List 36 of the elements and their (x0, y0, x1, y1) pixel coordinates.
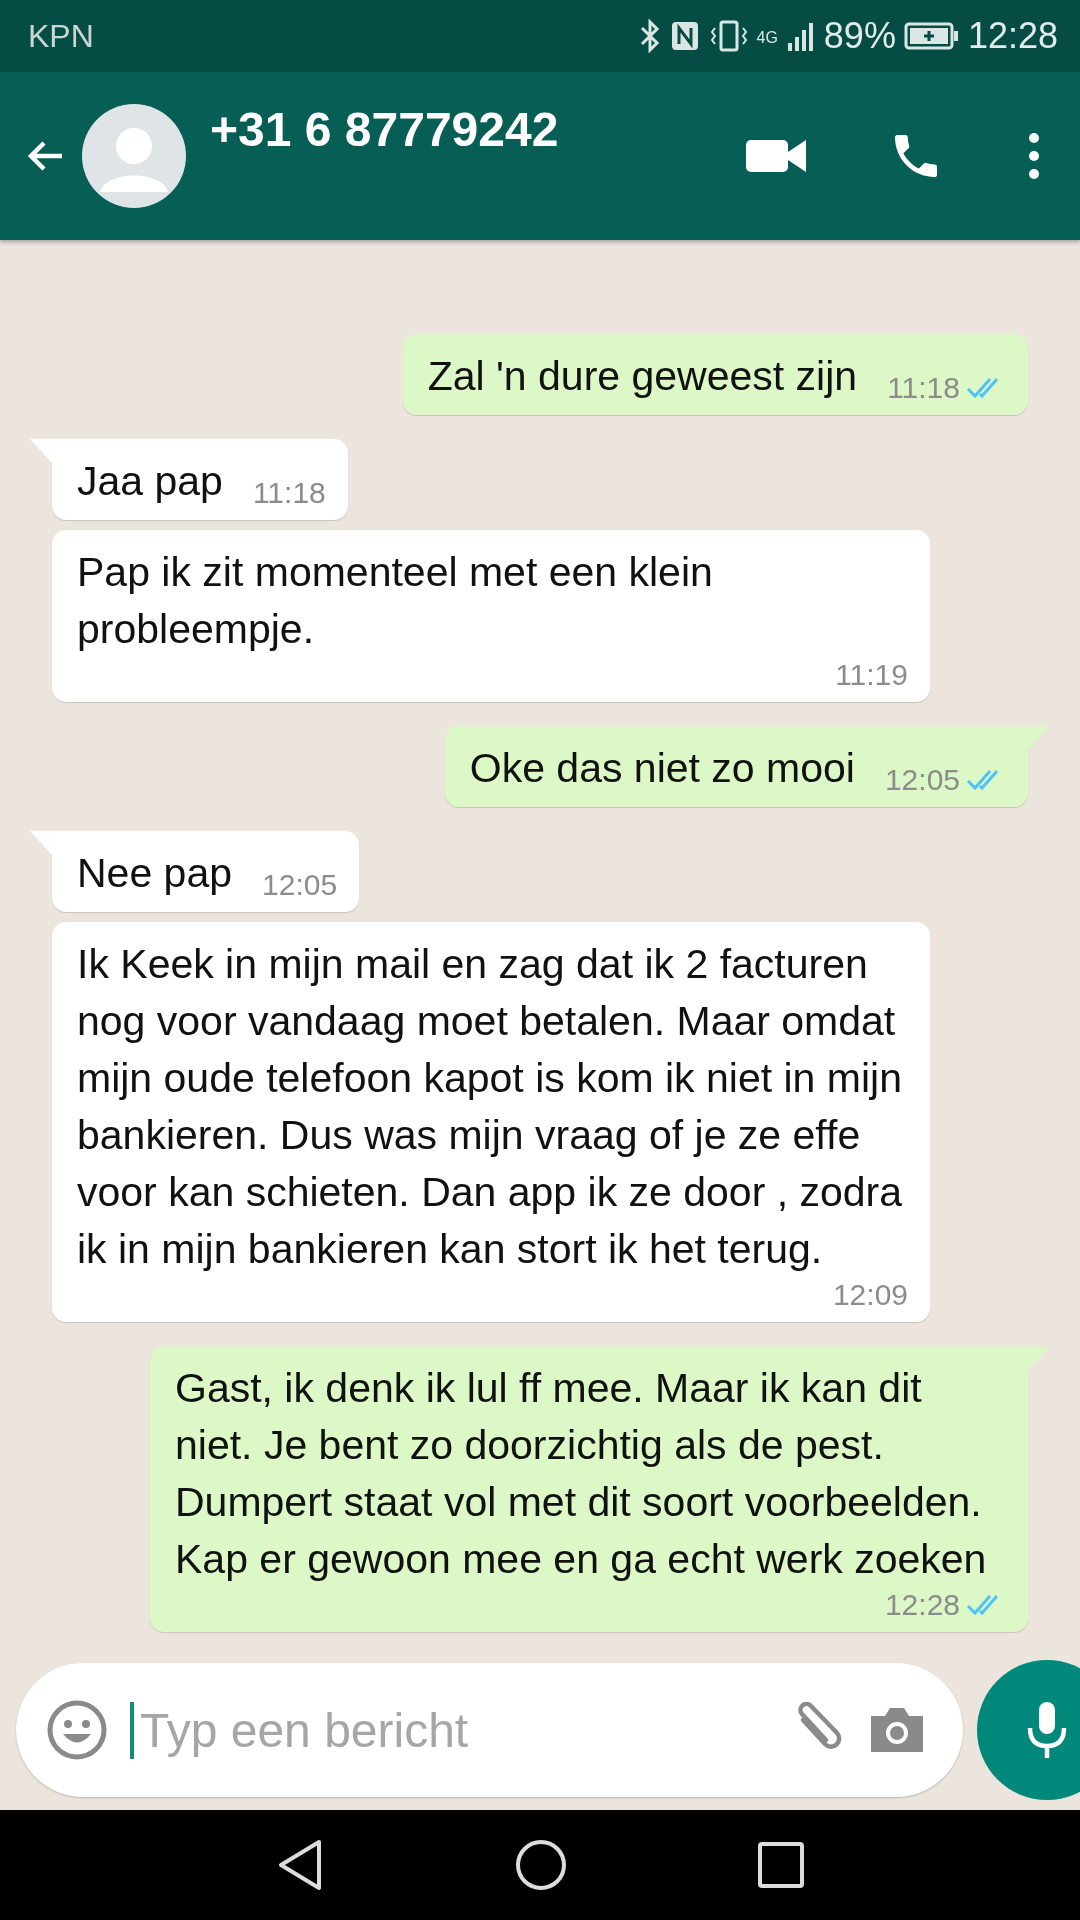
message-bubble[interactable]: Zal 'n dure geweest zijn 11:18 (402, 334, 1028, 415)
message-time: 12:09 (832, 1278, 908, 1312)
emoji-icon[interactable] (46, 1699, 108, 1761)
message-time: 12:05 (884, 763, 960, 797)
message-time: 12:05 (262, 868, 338, 902)
message-bubble[interactable]: Jaa pap 11:18 (52, 439, 348, 520)
message-bubble[interactable]: Nee pap 12:05 (52, 831, 360, 912)
clock: 12:28 (967, 15, 1058, 57)
message-text: Nee pap (77, 849, 232, 898)
battery-charging-icon (903, 21, 960, 51)
message-time: 11:19 (835, 658, 908, 692)
vibrate-icon (708, 19, 749, 53)
message-text: Gast, ik denk ik lul ff mee. Maar ik kan dit niet. Je bent zo doorzichtig als de pest. Dumpert staat vol met dit soort voorbeelden. Kap er gewoon mee en ga echt werk zoeken (175, 1364, 988, 1584)
message-bubble[interactable] (52, 922, 930, 1322)
home-icon[interactable] (515, 1839, 567, 1891)
bluetooth-icon (638, 19, 661, 53)
message-text: Pap ik zit momenteel met een klein probleempje. (77, 548, 714, 654)
message-text: Ik Keek in mijn mail en zag dat ik 2 facturen nog voor vandaag moet betalen. Maar omdat mijn oude telefoon kapot is kom ik niet in mijn bankieren. Dus was mijn vraag of je ze effe voor kan schieten. Dan app ik ze door , zodra ik in mijn bankieren kan stort ik het terug. (77, 940, 904, 1274)
message-field[interactable]: Typ een bericht (16, 1663, 963, 1797)
contact-name[interactable]: +31 6 87779242 (210, 102, 744, 157)
message-input[interactable]: Typ een bericht (130, 1701, 763, 1759)
message-time: 11:18 (252, 476, 326, 510)
message-text: Zal 'n dure geweest zijn (427, 352, 858, 401)
avatar[interactable] (82, 104, 186, 208)
message-bubble[interactable]: Pap ik zit momenteel met een klein probleempje. 11:19 (52, 530, 930, 702)
battery-percent: 89% (823, 15, 896, 57)
message-text: Jaa pap (77, 457, 223, 506)
message-text: Oke das niet zo mooi (469, 744, 855, 793)
message-time: 11:18 (887, 371, 960, 405)
network-type: 4G (756, 29, 778, 47)
recent-apps-icon[interactable] (757, 1841, 805, 1889)
microphone-icon (1025, 1700, 1069, 1760)
message-bubble[interactable]: Gast, ik denk ik lul ff mee. Maar ik kan dit niet. Je bent zo doorzichtig als de pest. Dumpert staat vol met dit soort voorbeelden. Kap er gewoon mee en ga echt werk zoeken 12:28 (150, 1346, 1028, 1632)
message-bubble[interactable]: Oke das niet zo mooi 12:05 (444, 726, 1028, 807)
message-time: 12:28 (884, 1588, 960, 1622)
carrier-name: KPN (28, 17, 94, 55)
